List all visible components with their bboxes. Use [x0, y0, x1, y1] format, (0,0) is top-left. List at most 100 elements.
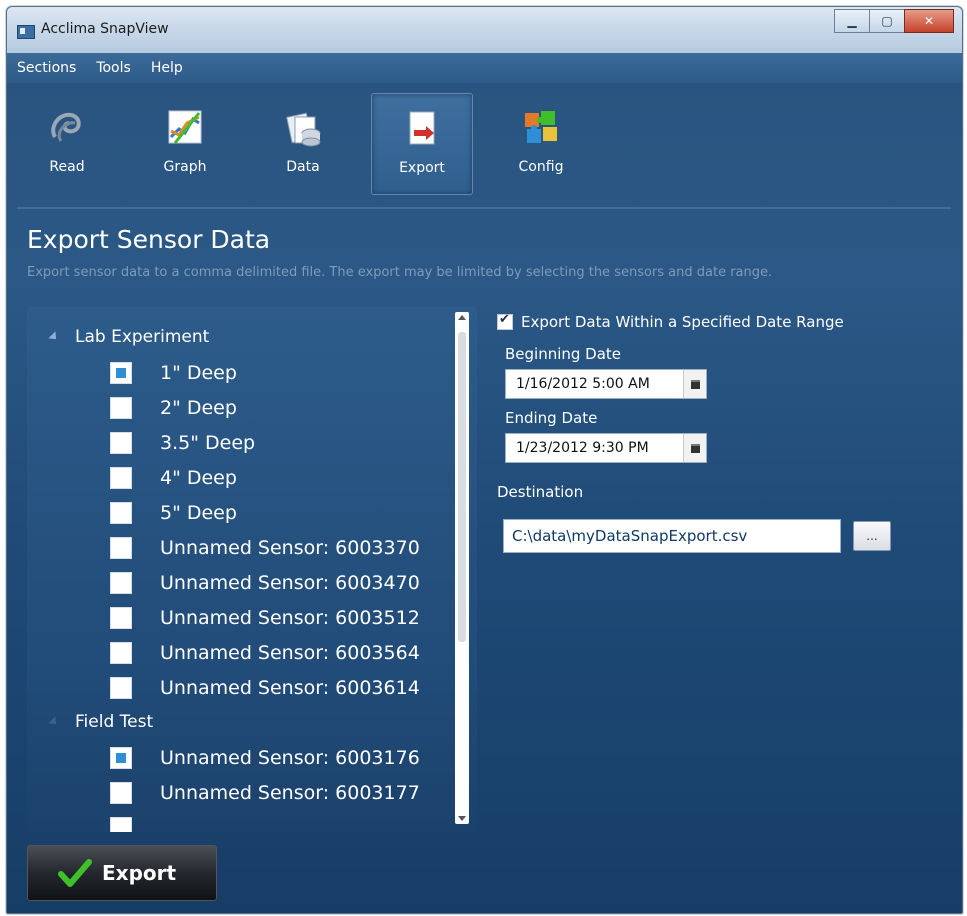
toolbar-config-label: Config: [518, 159, 564, 175]
sensor-label: 2" Deep: [160, 397, 237, 419]
sensor-checkbox[interactable]: [110, 642, 132, 664]
ending-date-value[interactable]: 1/23/2012 9:30 PM: [516, 440, 649, 456]
tree-group-label: Field Test: [75, 712, 154, 732]
ending-date-label: Ending Date: [505, 409, 598, 427]
tree-item[interactable]: Unnamed Sensor: 6003564: [110, 642, 420, 664]
ending-date-picker[interactable]: 1/23/2012 9:30 PM: [505, 433, 707, 463]
destination-label: Destination: [497, 483, 584, 501]
window-title: Acclima SnapView: [41, 21, 169, 37]
destination-input[interactable]: C:\data\myDataSnapExport.csv: [503, 519, 841, 553]
page-description: Export sensor data to a comma delimited …: [27, 265, 773, 280]
app-icon: [17, 25, 35, 39]
title-bar: Acclima SnapView ▁ ▢ ✕: [7, 7, 962, 53]
sensor-label: Unnamed Sensor: 6003370: [160, 537, 420, 559]
sensor-checkbox[interactable]: [110, 747, 132, 769]
calendar-icon: [690, 443, 700, 453]
sensor-tree[interactable]: Lab Experiment 1" Deep 2" Deep 3.5" Deep…: [27, 307, 477, 832]
export-button[interactable]: Export: [27, 845, 217, 901]
tree-item[interactable]: Unnamed Sensor: 6003177: [110, 782, 420, 804]
beginning-date-label: Beginning Date: [505, 345, 622, 363]
calendar-button[interactable]: [683, 434, 706, 462]
toolbar-export-label: Export: [399, 160, 445, 176]
toolbar-export-button[interactable]: Export: [371, 93, 473, 195]
sensor-label: 4" Deep: [160, 467, 237, 489]
expand-arrow-icon[interactable]: [48, 331, 60, 343]
minimize-button[interactable]: ▁: [834, 9, 870, 33]
tree-item-partial[interactable]: [110, 817, 132, 832]
menu-help[interactable]: Help: [141, 60, 193, 76]
expand-arrow-icon[interactable]: [48, 716, 60, 728]
menu-sections[interactable]: Sections: [7, 60, 86, 76]
menu-bar: Sections Tools Help: [7, 53, 962, 83]
toolbar-data-button[interactable]: Data: [253, 93, 353, 193]
date-range-checkbox[interactable]: [497, 312, 513, 330]
data-icon: [283, 107, 323, 147]
sensor-checkbox[interactable]: [110, 817, 132, 832]
tree-item[interactable]: 3.5" Deep: [110, 432, 255, 454]
sensor-label: Unnamed Sensor: 6003614: [160, 677, 420, 699]
toolbar: Read Graph Data Export Config: [17, 93, 609, 195]
beginning-date-value[interactable]: 1/16/2012 5:00 AM: [516, 376, 650, 392]
close-button[interactable]: ✕: [904, 9, 954, 33]
sensor-label: Unnamed Sensor: 6003176: [160, 747, 420, 769]
toolbar-data-label: Data: [286, 159, 320, 175]
sensor-checkbox[interactable]: [110, 607, 132, 629]
read-icon: [47, 107, 87, 147]
tree-item[interactable]: Unnamed Sensor: 6003614: [110, 677, 420, 699]
menu-tools[interactable]: Tools: [86, 60, 141, 76]
sensor-checkbox[interactable]: [110, 502, 132, 524]
tree-item[interactable]: Unnamed Sensor: 6003512: [110, 607, 420, 629]
tree-group-field-test[interactable]: Field Test: [48, 712, 154, 732]
sensor-checkbox[interactable]: [110, 677, 132, 699]
tree-group-lab-experiment[interactable]: Lab Experiment: [48, 327, 210, 347]
tree-item[interactable]: 1" Deep: [110, 362, 237, 384]
toolbar-graph-button[interactable]: Graph: [135, 93, 235, 193]
date-range-row[interactable]: Export Data Within a Specified Date Rang…: [497, 312, 844, 331]
tree-item[interactable]: 5" Deep: [110, 502, 237, 524]
toolbar-read-label: Read: [49, 159, 85, 175]
config-icon: [521, 107, 561, 147]
graph-icon: [165, 107, 205, 147]
sensor-checkbox[interactable]: [110, 782, 132, 804]
scroll-up-arrow-icon[interactable]: [458, 315, 466, 320]
sensor-checkbox[interactable]: [110, 572, 132, 594]
sensor-label: Unnamed Sensor: 6003177: [160, 782, 420, 804]
sensor-label: 5" Deep: [160, 502, 237, 524]
sensor-checkbox[interactable]: [110, 537, 132, 559]
toolbar-config-button[interactable]: Config: [491, 93, 591, 193]
date-range-label: Export Data Within a Specified Date Rang…: [521, 313, 844, 331]
sensor-checkbox[interactable]: [110, 432, 132, 454]
app-window: Acclima SnapView ▁ ▢ ✕ Sections Tools He…: [6, 6, 963, 914]
calendar-button[interactable]: [683, 370, 706, 398]
export-button-label: Export: [102, 861, 177, 885]
sensor-label: 3.5" Deep: [160, 432, 256, 454]
tree-item[interactable]: 2" Deep: [110, 397, 237, 419]
export-icon: [402, 108, 442, 148]
browse-button[interactable]: ...: [853, 521, 891, 551]
page-title: Export Sensor Data: [27, 225, 271, 254]
sensor-label: Unnamed Sensor: 6003470: [160, 572, 420, 594]
checkmark-icon: [58, 858, 92, 888]
tree-item[interactable]: Unnamed Sensor: 6003176: [110, 747, 420, 769]
tree-item[interactable]: Unnamed Sensor: 6003470: [110, 572, 420, 594]
sensor-checkbox[interactable]: [110, 397, 132, 419]
scroll-thumb[interactable]: [458, 332, 466, 642]
toolbar-graph-label: Graph: [163, 159, 207, 175]
toolbar-read-button[interactable]: Read: [17, 93, 117, 193]
toolbar-divider: [17, 207, 951, 209]
export-options-panel: Export Data Within a Specified Date Rang…: [497, 312, 891, 553]
calendar-icon: [690, 379, 700, 389]
tree-group-label: Lab Experiment: [75, 327, 210, 347]
destination-value[interactable]: C:\data\myDataSnapExport.csv: [512, 527, 747, 545]
sensor-checkbox[interactable]: [110, 467, 132, 489]
maximize-button[interactable]: ▢: [869, 9, 905, 33]
tree-scrollbar[interactable]: [455, 312, 469, 824]
tree-item[interactable]: 4" Deep: [110, 467, 237, 489]
beginning-date-picker[interactable]: 1/16/2012 5:00 AM: [505, 369, 707, 399]
sensor-label: Unnamed Sensor: 6003512: [160, 607, 420, 629]
sensor-label: Unnamed Sensor: 6003564: [160, 642, 420, 664]
tree-item[interactable]: Unnamed Sensor: 6003370: [110, 537, 420, 559]
sensor-checkbox[interactable]: [110, 362, 132, 384]
window-controls: ▁ ▢ ✕: [834, 9, 954, 33]
scroll-down-arrow-icon[interactable]: [458, 816, 466, 821]
